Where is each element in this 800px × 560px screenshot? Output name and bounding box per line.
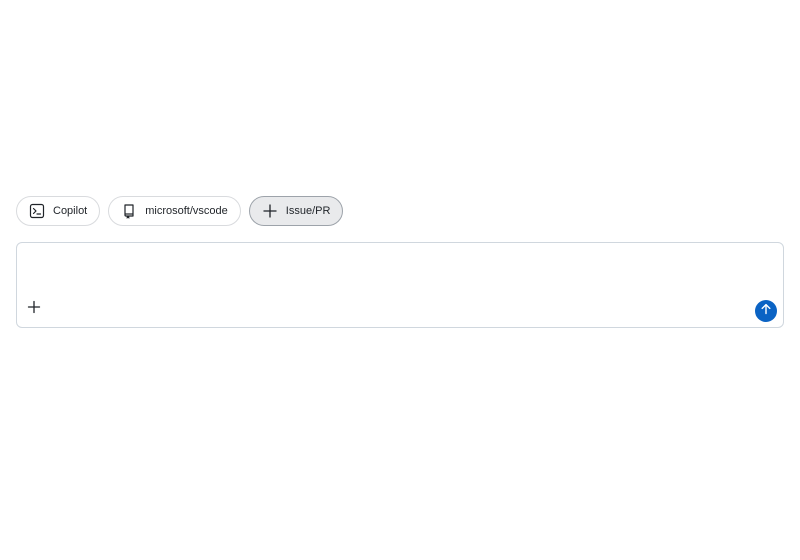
copilot-chip-label: Copilot bbox=[53, 205, 88, 217]
issue-pr-chip-label: Issue/PR bbox=[285, 205, 331, 217]
repo-chip-label: microsoft/vscode bbox=[145, 205, 228, 217]
terminal-icon bbox=[29, 203, 45, 219]
plus-icon bbox=[27, 300, 41, 319]
message-input[interactable] bbox=[27, 251, 771, 299]
send-button[interactable] bbox=[755, 300, 777, 322]
chat-composer bbox=[16, 242, 784, 328]
page: Copilot microsoft/vscode Issue/PR bbox=[0, 0, 800, 560]
context-chips: Copilot microsoft/vscode Issue/PR bbox=[16, 196, 344, 226]
repo-chip[interactable]: microsoft/vscode bbox=[108, 196, 241, 226]
issue-pr-chip[interactable]: Issue/PR bbox=[248, 196, 344, 226]
plus-icon bbox=[262, 203, 278, 219]
copilot-chip[interactable]: Copilot bbox=[16, 196, 101, 226]
repo-icon bbox=[121, 203, 137, 219]
arrow-up-icon bbox=[760, 302, 772, 320]
attach-button[interactable] bbox=[25, 300, 43, 318]
